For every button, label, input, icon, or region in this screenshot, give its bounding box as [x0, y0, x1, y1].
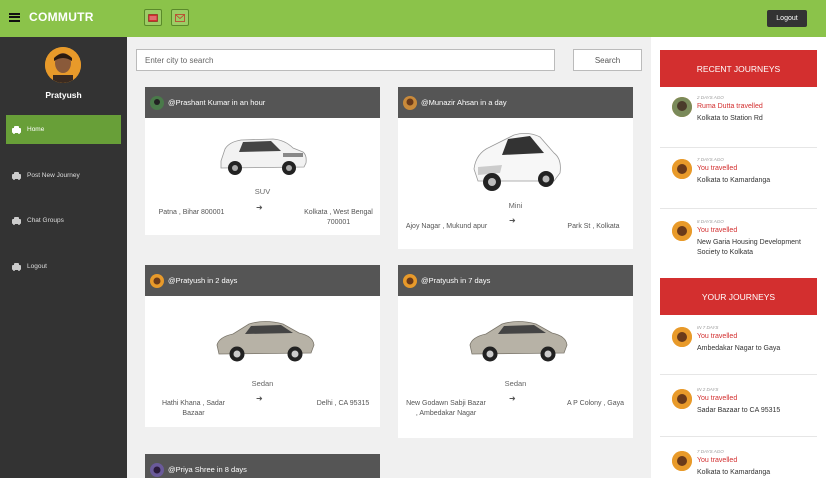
card-header: @Prashant Kumar in an hour: [145, 87, 380, 118]
journey-who: Ruma Dutta travelled: [697, 103, 763, 110]
flag-icon[interactable]: [144, 9, 162, 26]
card-title: @Priya Shree in 8 days: [168, 465, 247, 474]
journey-to: Delhi , CA 95315: [316, 400, 370, 407]
journey-from: Hathi Khana , Sadar Bazaar: [161, 400, 226, 417]
journey-from: Ajoy Nagar , Mukund apur: [405, 223, 488, 230]
profile-name: Pratyush: [45, 90, 82, 100]
journey-route: New Garia Housing Development Society to…: [697, 239, 801, 256]
car-icon: [12, 262, 21, 271]
journey-who: You travelled: [697, 227, 738, 234]
journey-from: New Godawn Sabji Bazar , Ambedakar Nagar: [406, 400, 486, 417]
your-journeys-header: YOUR JOURNEYS: [660, 278, 817, 315]
journey-time: 8 DAYS AGO: [697, 219, 724, 224]
sidebar: Pratyush Home Post New Journey Chat Grou…: [0, 37, 127, 478]
recent-journeys-header: RECENT JOURNEYS: [660, 50, 817, 87]
mini-car-image: [473, 133, 561, 191]
card-header: @Pratyush in 2 days: [145, 265, 380, 296]
arrow-right-icon: ➜: [256, 203, 263, 212]
sidebar-item-label: Home: [27, 126, 45, 133]
avatar[interactable]: [45, 47, 81, 83]
avatar: [672, 451, 692, 471]
sidebar-item-label: Chat Groups: [27, 217, 64, 224]
journey-from: Patna , Bihar 800001: [158, 209, 225, 216]
journey-to: Kolkata , West Bengal 700001: [304, 209, 373, 226]
card-header: @Priya Shree in 8 days: [145, 454, 380, 478]
arrow-right-icon: ➜: [509, 216, 516, 225]
sedan-car-image: [469, 321, 568, 362]
journey-to: Park St , Kolkata: [567, 223, 620, 230]
user-avatar: [150, 462, 164, 477]
journey-time: IN 7 DAYS: [697, 325, 719, 330]
card-title: @Pratyush in 2 days: [168, 276, 238, 285]
brand: COMMUTR: [9, 10, 94, 24]
journey-time: 7 DAYS AGO: [697, 449, 724, 454]
car-type: Sedan: [251, 379, 274, 388]
avatar: [672, 327, 692, 347]
avatar: [672, 389, 692, 409]
card-header: @Munazir Ahsan in a day: [398, 87, 633, 118]
journey-card[interactable]: @Prashant Kumar in an hour SUV Patna , B…: [145, 87, 380, 235]
journey-time: IN 2 DAYS: [697, 387, 719, 392]
car-type: Sedan: [504, 379, 527, 388]
journey-to: A P Colony , Gaya: [566, 400, 625, 407]
avatar: [672, 97, 692, 117]
mail-icon[interactable]: [171, 9, 189, 26]
sedan-car-image: [216, 321, 315, 362]
search-input[interactable]: [136, 49, 555, 71]
journey-card[interactable]: @Munazir Ahsan in a day Mini Ajoy Nagar …: [398, 87, 633, 249]
arrow-right-icon: ➜: [256, 394, 263, 403]
journey-route: Kolkata to Kamardanga: [697, 469, 771, 476]
sidebar-item-home[interactable]: Home: [6, 115, 121, 144]
top-bar: COMMUTR Logout: [0, 0, 826, 37]
journey-route: Sadar Bazaar to CA 95315: [697, 407, 781, 414]
arrow-right-icon: ➜: [509, 394, 516, 403]
journey-route: Kolkata to Kamardanga: [697, 177, 771, 184]
divider: [660, 436, 817, 437]
sidebar-item-post-journey[interactable]: Post New Journey: [6, 161, 121, 190]
journey-time: 7 DAYS AGO: [697, 157, 724, 162]
journey-who: You travelled: [697, 165, 738, 172]
main-content: Search @Prashant Kumar in an hour SUV Pa…: [127, 37, 651, 478]
app-name: COMMUTR: [29, 10, 94, 24]
journey-who: You travelled: [697, 395, 738, 402]
sidebar-item-label: Logout: [27, 263, 47, 270]
menu-icon[interactable]: [9, 12, 20, 22]
card-header: @Pratyush in 7 days: [398, 265, 633, 296]
journey-route: Ambedakar Nagar to Gaya: [697, 345, 781, 352]
divider: [660, 208, 817, 209]
journey-who: You travelled: [697, 457, 738, 464]
user-avatar: [403, 273, 417, 288]
divider: [660, 147, 817, 148]
avatar: [672, 159, 692, 179]
user-avatar: [403, 95, 417, 110]
user-avatar: [150, 273, 164, 288]
divider: [660, 374, 817, 375]
journey-card[interactable]: @Priya Shree in 8 days: [145, 454, 380, 478]
card-title: @Prashant Kumar in an hour: [168, 98, 266, 107]
journey-route: Kolkata to Station Rd: [697, 115, 763, 122]
card-title: @Munazir Ahsan in a day: [421, 98, 507, 107]
journey-card[interactable]: @Pratyush in 7 days Sedan New Godawn Sab…: [398, 265, 633, 438]
right-panel: RECENT JOURNEYS 2 DAYS AGO Ruma Dutta tr…: [651, 37, 826, 478]
journey-card[interactable]: @Pratyush in 2 days Sedan Hathi Khana , …: [145, 265, 380, 427]
avatar: [672, 221, 692, 241]
car-icon: [12, 216, 21, 225]
sidebar-item-chat-groups[interactable]: Chat Groups: [6, 206, 121, 235]
journey-time: 2 DAYS AGO: [697, 95, 724, 100]
car-type: SUV: [254, 187, 271, 196]
car-type: Mini: [508, 201, 523, 210]
card-title: @Pratyush in 7 days: [421, 276, 491, 285]
home-icon: [12, 125, 21, 134]
car-icon: [12, 171, 21, 180]
sidebar-item-logout[interactable]: Logout: [6, 252, 121, 281]
journey-who: You travelled: [697, 333, 738, 340]
suv-car-image: [220, 138, 307, 175]
user-avatar: [150, 95, 164, 110]
search-button[interactable]: Search: [573, 49, 642, 71]
logout-button[interactable]: Logout: [767, 10, 807, 27]
sidebar-item-label: Post New Journey: [27, 172, 80, 179]
